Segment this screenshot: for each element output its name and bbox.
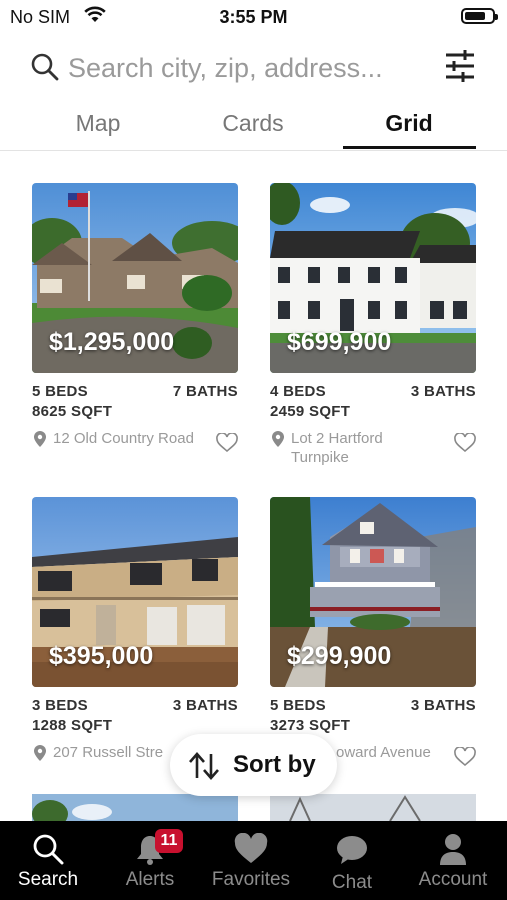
status-bar: No SIM 3:55 PM bbox=[0, 0, 507, 34]
active-tab-indicator bbox=[343, 146, 476, 149]
listing-price: $1,295,000 bbox=[49, 328, 175, 356]
listing-address: Lot 2 Hartford Turnpike bbox=[291, 430, 383, 466]
location-pin-icon bbox=[34, 431, 46, 452]
beds-count: 5 BEDS bbox=[270, 697, 326, 714]
heart-icon bbox=[233, 832, 269, 870]
search-input[interactable] bbox=[68, 50, 428, 86]
listing-photo[interactable]: $395,000 bbox=[32, 497, 238, 687]
tabbar-label: Account bbox=[418, 869, 488, 890]
square-footage: 3273 SQFT bbox=[270, 717, 351, 734]
favorite-heart-icon[interactable] bbox=[454, 746, 476, 772]
tabbar-item-favorites[interactable]: Favorites bbox=[201, 821, 301, 900]
tabbar-item-chat[interactable]: Chat bbox=[302, 821, 402, 900]
search-icon bbox=[32, 833, 64, 870]
tab-cards[interactable]: Cards bbox=[193, 110, 313, 137]
square-footage: 2459 SQFT bbox=[270, 403, 351, 420]
favorite-heart-icon[interactable] bbox=[216, 432, 238, 458]
baths-count: 3 BATHS bbox=[172, 697, 238, 714]
view-tabs: Map Cards Grid bbox=[0, 100, 507, 151]
square-footage: 8625 SQFT bbox=[32, 403, 113, 420]
battery-icon bbox=[461, 8, 498, 24]
square-footage: 1288 SQFT bbox=[32, 717, 113, 734]
tabbar-label: Chat bbox=[331, 872, 373, 893]
beds-count: 3 BEDS bbox=[32, 697, 88, 714]
beds-count: 5 BEDS bbox=[32, 383, 88, 400]
clock: 3:55 PM bbox=[219, 7, 288, 27]
tabbar-label: Alerts bbox=[125, 869, 175, 890]
baths-count: 3 BATHS bbox=[410, 697, 476, 714]
listing-address: 12 Old Country Road bbox=[53, 430, 194, 447]
location-pin-icon bbox=[34, 745, 46, 766]
person-icon bbox=[438, 833, 468, 870]
tabbar-item-alerts[interactable]: 11 Alerts bbox=[100, 821, 200, 900]
tab-map[interactable]: Map bbox=[38, 110, 158, 137]
listing-photo[interactable] bbox=[270, 794, 476, 822]
sort-arrows-icon bbox=[188, 751, 220, 786]
favorite-heart-icon[interactable] bbox=[454, 432, 476, 458]
listing-price: $699,900 bbox=[287, 328, 392, 356]
baths-count: 7 BATHS bbox=[172, 383, 238, 400]
tab-grid[interactable]: Grid bbox=[349, 110, 469, 137]
location-pin-icon bbox=[272, 431, 284, 452]
filter-sliders-icon[interactable] bbox=[444, 48, 476, 89]
listing-photo[interactable]: $699,900 bbox=[270, 183, 476, 373]
listing-photo[interactable]: $1,295,000 bbox=[32, 183, 238, 373]
alerts-badge: 11 bbox=[155, 829, 183, 853]
baths-count: 3 BATHS bbox=[410, 383, 476, 400]
sort-by-label: Sort by bbox=[233, 751, 316, 778]
tabbar-item-account[interactable]: Account bbox=[403, 821, 503, 900]
chat-bubble-icon bbox=[336, 835, 368, 870]
listing-price: $395,000 bbox=[49, 642, 154, 670]
bottom-tab-bar: Search 11 Alerts Favorites Chat Account bbox=[0, 821, 507, 900]
tabbar-label: Search bbox=[17, 869, 79, 890]
sort-by-button[interactable]: Sort by bbox=[170, 734, 337, 796]
beds-count: 4 BEDS bbox=[270, 383, 326, 400]
listing-photo[interactable]: $299,900 bbox=[270, 497, 476, 687]
search-icon bbox=[30, 52, 60, 87]
search-bar bbox=[30, 44, 480, 92]
tabbar-label: Favorites bbox=[211, 869, 291, 890]
listing-photo[interactable] bbox=[32, 794, 238, 828]
listing-price: $299,900 bbox=[287, 642, 392, 670]
tabbar-item-search[interactable]: Search bbox=[0, 821, 98, 900]
